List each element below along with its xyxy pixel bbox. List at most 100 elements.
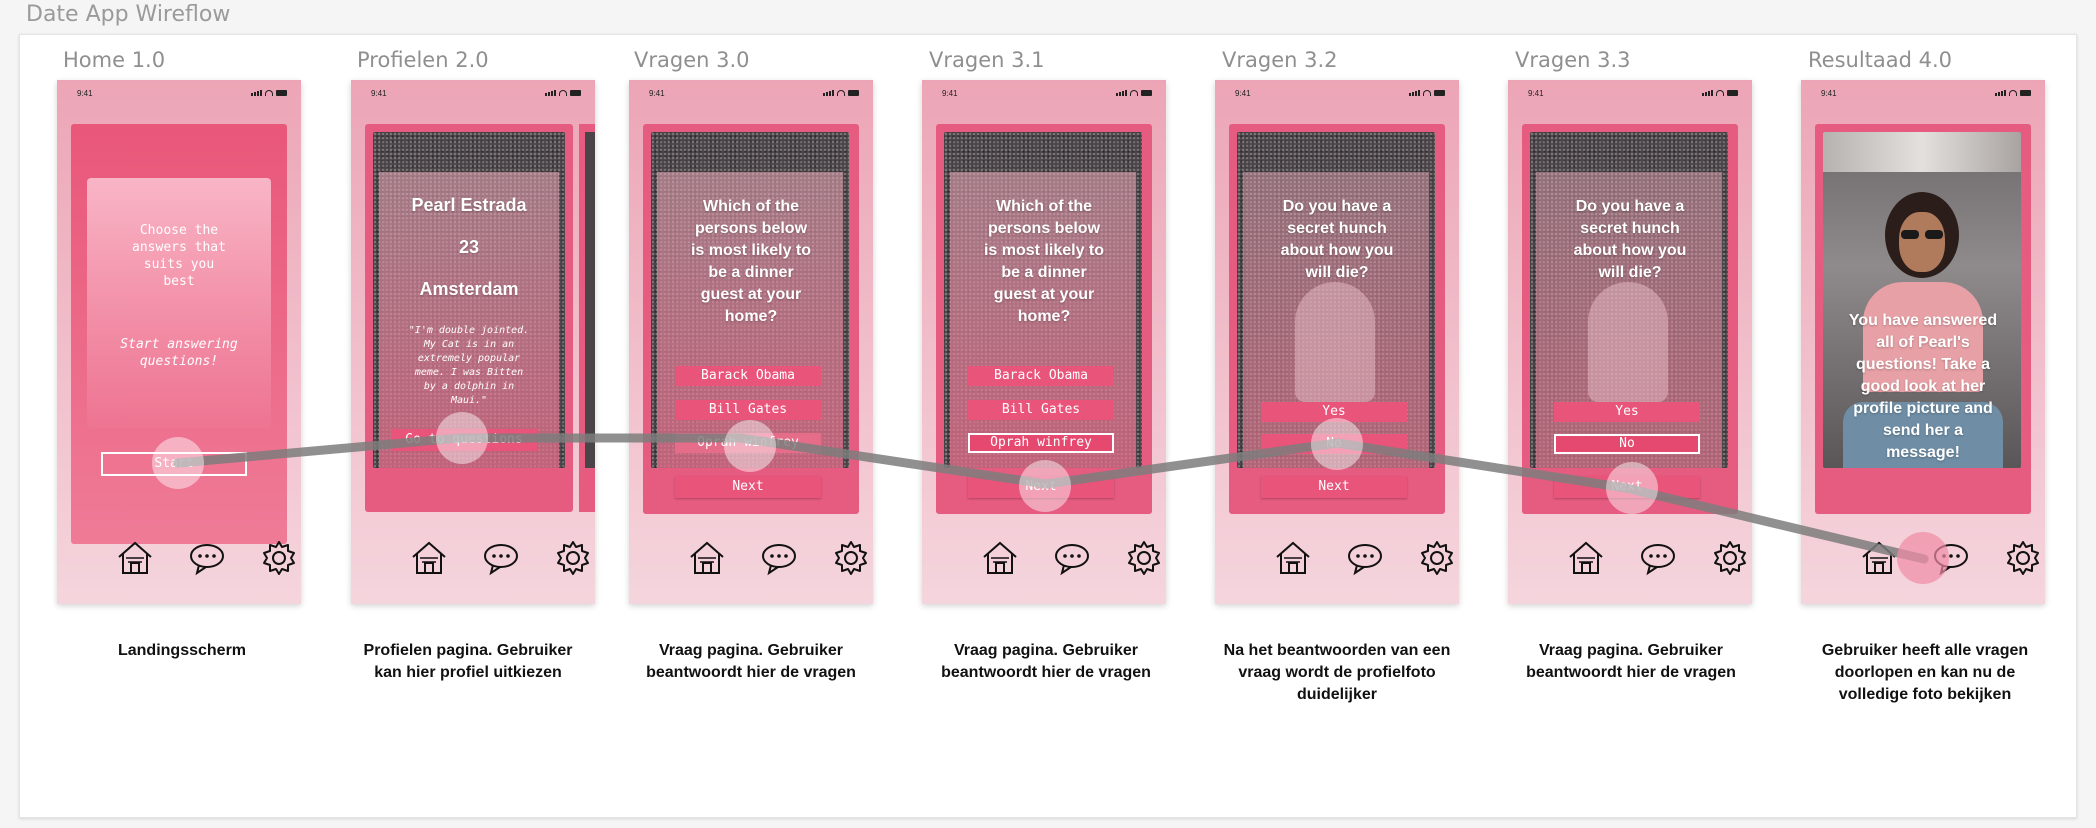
gear-icon[interactable] xyxy=(1417,538,1457,578)
next-button[interactable]: Next xyxy=(1261,476,1407,498)
wifi-icon xyxy=(1130,90,1138,96)
question-line-1: Do you have a xyxy=(1575,198,1685,215)
profile-quote-5: by a dolphin in xyxy=(423,381,515,392)
gear-icon[interactable] xyxy=(831,538,871,578)
question-line-3: is most likely to xyxy=(690,242,812,259)
chat-icon[interactable] xyxy=(481,538,521,578)
home-icon[interactable] xyxy=(1566,538,1606,578)
home-icon[interactable] xyxy=(1859,538,1899,578)
question-card: Which of the persons below is most likel… xyxy=(936,124,1152,514)
home-icon[interactable] xyxy=(409,538,449,578)
home-icon[interactable] xyxy=(1273,538,1313,578)
next-profile-peek[interactable] xyxy=(579,124,595,512)
status-time: 9:41 xyxy=(649,89,665,98)
screen-label-q33: Vragen 3.3 xyxy=(1515,48,1631,72)
question-line-1: Do you have a xyxy=(1282,198,1392,215)
caption-q31: Vraag pagina. Gebruiker beantwoordt hier … xyxy=(941,642,1151,681)
gear-icon[interactable] xyxy=(1710,538,1750,578)
question-line-2: secret hunch xyxy=(1287,220,1387,237)
status-time: 9:41 xyxy=(371,89,387,98)
status-time: 9:41 xyxy=(1821,89,1837,98)
chat-icon[interactable] xyxy=(1345,538,1385,578)
question-line-3: about how you xyxy=(1573,242,1687,259)
status-time: 9:41 xyxy=(1528,89,1544,98)
question-card: Do you have a secret hunch about how you… xyxy=(1522,124,1738,514)
home-icon[interactable] xyxy=(980,538,1020,578)
question-line-3: is most likely to xyxy=(983,242,1105,259)
tap-indicator-next xyxy=(1019,460,1071,512)
caption-profiles: Profielen pagina. Gebruiker kan hier prof… xyxy=(363,642,573,681)
next-button[interactable]: Next xyxy=(675,476,821,498)
profile-city: Amsterdam xyxy=(419,279,519,299)
screen-q30: 9:41 Which of the persons below is most … xyxy=(629,80,873,604)
chat-icon[interactable] xyxy=(1638,538,1678,578)
caption-q33: Vraag pagina. Gebruiker beantwoordt hier … xyxy=(1526,642,1736,681)
profile-quote-6: Maui." xyxy=(450,395,488,406)
status-bar: 9:41 xyxy=(1801,88,2045,102)
caption-result: Gebruiker heeft alle vragen doorlopen en … xyxy=(1821,642,2029,703)
status-bar: 9:41 xyxy=(629,88,873,102)
home-icon[interactable] xyxy=(115,538,155,578)
screen-label-profiles: Profielen 2.0 xyxy=(357,48,489,72)
result-line-7: message! xyxy=(1886,444,1960,461)
option-barack-obama[interactable]: Barack Obama xyxy=(968,366,1114,386)
screen-label-result: Resultaad 4.0 xyxy=(1808,48,1953,72)
question-line-6: home? xyxy=(1017,308,1071,325)
gear-icon[interactable] xyxy=(259,538,299,578)
home-line-4: best xyxy=(163,274,195,289)
gear-icon[interactable] xyxy=(1124,538,1164,578)
question-line-5: guest at your xyxy=(700,286,802,303)
question-line-1: Which of the xyxy=(703,198,799,215)
question-line-5: guest at your xyxy=(993,286,1095,303)
result-card: You have answered all of Pearl's questio… xyxy=(1815,124,2031,514)
chat-icon[interactable] xyxy=(759,538,799,578)
question-line-4: will die? xyxy=(1305,264,1369,281)
caption-home: Landingsscherm xyxy=(52,640,312,662)
home-line-1: Choose the xyxy=(139,223,219,238)
status-time: 9:41 xyxy=(942,89,958,98)
profile-silhouette xyxy=(1588,282,1668,402)
result-line-5: profile picture and xyxy=(1853,400,1993,417)
tap-indicator-chat xyxy=(1897,532,1949,584)
battery-icon xyxy=(1434,90,1445,96)
profile-silhouette xyxy=(1295,282,1375,402)
wifi-icon xyxy=(559,90,567,96)
screen-q31: 9:41 Which of the persons below is most … xyxy=(922,80,1166,604)
screen-q33: 9:41 Do you have a secret hunch about ho… xyxy=(1508,80,1752,604)
tap-indicator-go xyxy=(436,412,488,464)
wifi-icon xyxy=(837,90,845,96)
option-barack-obama[interactable]: Barack Obama xyxy=(675,366,821,386)
question-line-2: persons below xyxy=(987,220,1101,237)
option-yes[interactable]: Yes xyxy=(1554,402,1700,422)
status-bar: 9:41 xyxy=(1215,88,1459,102)
question-line-4: be a dinner xyxy=(1001,264,1087,281)
home-line-5: Start answering xyxy=(120,337,238,352)
gear-icon[interactable] xyxy=(553,538,593,578)
status-bar: 9:41 xyxy=(1508,88,1752,102)
question-line-4: will die? xyxy=(1598,264,1662,281)
profile-quote-4: meme. I was Bitten xyxy=(414,367,524,378)
caption-q30: Vraag pagina. Gebruiker beantwoordt hier … xyxy=(646,642,856,681)
profile-quote-3: extremely popular xyxy=(417,353,521,364)
battery-icon xyxy=(1727,90,1738,96)
board-title: Date App Wireflow xyxy=(26,2,231,27)
chat-icon[interactable] xyxy=(187,538,227,578)
wifi-icon xyxy=(1716,90,1724,96)
home-icon[interactable] xyxy=(687,538,727,578)
question-line-2: persons below xyxy=(694,220,808,237)
gear-icon[interactable] xyxy=(2003,538,2043,578)
option-oprah-winfrey-selected[interactable]: Oprah winfrey xyxy=(968,433,1114,453)
screen-home: 9:41 Choose the answers that suits you b… xyxy=(57,80,301,604)
screen-q32: 9:41 Do you have a secret hunch about ho… xyxy=(1215,80,1459,604)
chat-icon[interactable] xyxy=(1052,538,1092,578)
question-line-2: secret hunch xyxy=(1580,220,1680,237)
option-no-selected[interactable]: No xyxy=(1554,434,1700,454)
tap-indicator-oprah xyxy=(724,420,776,472)
battery-icon xyxy=(1141,90,1152,96)
result-line-1: You have answered xyxy=(1848,312,1998,329)
status-bar: 9:41 xyxy=(351,88,595,102)
result-line-6: send her a xyxy=(1882,422,1964,439)
option-bill-gates[interactable]: Bill Gates xyxy=(675,400,821,420)
option-bill-gates[interactable]: Bill Gates xyxy=(968,400,1114,420)
screen-label-q31: Vragen 3.1 xyxy=(929,48,1045,72)
